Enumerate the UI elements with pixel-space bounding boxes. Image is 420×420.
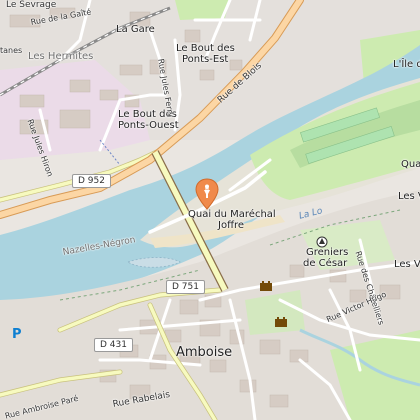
label-greniers-1: Greniers	[306, 247, 349, 258]
road-shield-d751: D 751	[166, 280, 205, 294]
label-les-vi-1: Les Vi	[398, 191, 420, 202]
parking-icon: P	[12, 327, 22, 342]
label-amboise: Amboise	[176, 345, 233, 360]
map-pin-icon[interactable]	[195, 178, 219, 210]
label-bout-ponts-est-1: Le Bout des	[176, 43, 235, 54]
label-greniers-2: de César	[303, 258, 348, 269]
road-shield-d952: D 952	[72, 174, 111, 188]
label-bout-ponts-est-2: Ponts-Est	[182, 54, 229, 65]
label-la-gare: La Gare	[116, 24, 155, 35]
label-quai-2: Joffre	[218, 220, 245, 231]
label-quai-right: Qua	[401, 159, 420, 170]
label-les-hermites: Les Hermites	[28, 51, 94, 62]
label-le-sevrage: Le Sevrage	[6, 0, 57, 10]
castle-icon	[275, 317, 287, 327]
label-tanes: tanes	[0, 46, 23, 55]
label-quai-1: Quai du Maréchal	[188, 209, 276, 220]
label-ile-d: L'Île d	[393, 59, 420, 70]
label-bout-ponts-ouest-2: Ponts-Ouest	[118, 120, 179, 131]
castle-icon	[260, 281, 272, 291]
road-shield-d431: D 431	[94, 338, 133, 352]
viewpoint-icon	[316, 236, 328, 248]
label-les-vi-2: Les Vic	[394, 259, 420, 270]
map-view[interactable]: Le Sevrage Rue de la Gaîté La Gare Les H…	[0, 0, 420, 420]
